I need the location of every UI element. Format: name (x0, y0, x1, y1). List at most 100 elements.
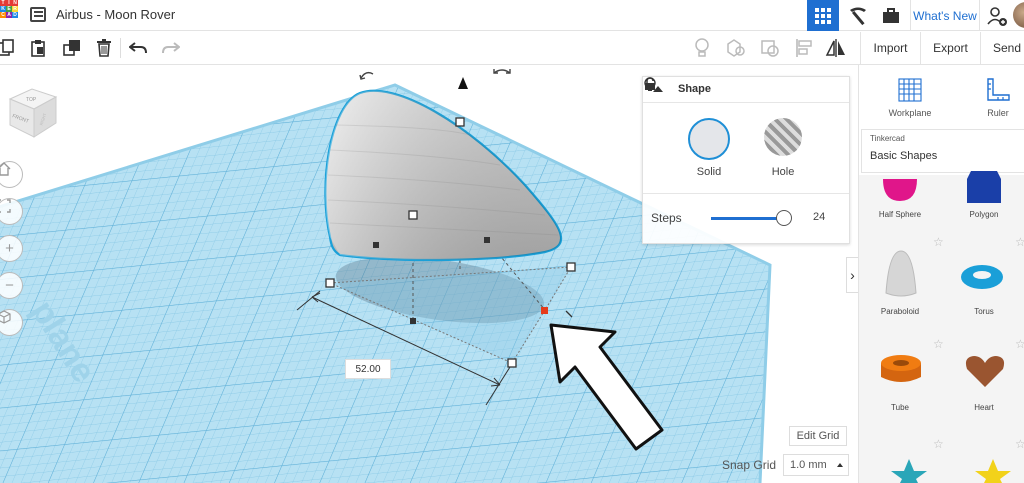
favorite-star-icon[interactable]: ☆ (1015, 337, 1024, 351)
align-button[interactable] (792, 37, 816, 59)
steps-slider-fill (711, 217, 784, 220)
undo-button[interactable] (126, 37, 150, 59)
workplane-canvas[interactable]: plane TOP FRONT RIGHT + − 52.00 Shape So… (0, 65, 858, 483)
ruler-tool-label: Ruler (987, 108, 1009, 118)
hole-option[interactable] (764, 118, 802, 156)
shape-name: Polygon (969, 210, 999, 219)
fit-icon (0, 199, 11, 213)
mirror-icon (825, 39, 845, 57)
shape-name: Tube (891, 403, 909, 412)
shapes-sidebar: Workplane Ruler Tinkercad Basic Shapes H… (858, 65, 1024, 483)
send-to-button[interactable]: Send To (980, 32, 1024, 64)
dimension-input[interactable]: 52.00 (345, 359, 391, 379)
shape-panel-title: Shape (678, 83, 712, 95)
tube-icon (881, 355, 921, 382)
view-cube-top-label: TOP (26, 97, 37, 103)
star-shape-icon[interactable] (889, 457, 929, 483)
ruler-tool[interactable]: Ruler (963, 73, 1024, 123)
minus-icon: − (5, 277, 14, 294)
steps-slider[interactable] (711, 210, 792, 226)
align-icon (796, 39, 812, 57)
view-cube[interactable]: TOP FRONT RIGHT (6, 85, 60, 139)
paraboloid-icon (885, 250, 917, 297)
delete-button[interactable] (92, 37, 116, 59)
shape-list: Half Sphere Polygon ☆ ☆ Paraboloid Torus… (859, 171, 1024, 483)
half-sphere-icon (883, 179, 917, 201)
minecraft-button[interactable] (843, 0, 873, 31)
panel-divider (643, 193, 849, 194)
shape-panel-header[interactable]: Shape (643, 77, 849, 103)
shape-name: Heart (974, 403, 994, 412)
rotate-handles[interactable] (359, 69, 511, 80)
shape-name: Torus (974, 307, 994, 316)
ungroup-button[interactable] (758, 37, 782, 59)
tinkercad-logo[interactable]: T I N K E R C A D (0, 0, 19, 30)
edit-toolbar: Import Export Send To (0, 32, 1024, 65)
chevron-right-icon: › (850, 267, 855, 283)
export-button[interactable]: Export (920, 32, 980, 64)
favorite-star-icon[interactable]: ☆ (1015, 235, 1024, 249)
favorite-star-icon[interactable]: ☆ (933, 235, 944, 249)
favorite-star-icon[interactable]: ☆ (933, 437, 944, 451)
shape-inspector-panel: Shape Solid Hole Steps 24 (642, 76, 850, 244)
workplane-tool[interactable]: Workplane (875, 73, 945, 123)
duplicate-button[interactable] (60, 37, 84, 59)
shape-paraboloid[interactable]: Paraboloid (859, 249, 941, 335)
torus-icon (961, 265, 1003, 289)
shape-torus[interactable]: Torus (943, 249, 1024, 335)
clipboard-icon (31, 40, 45, 57)
notes-button[interactable] (690, 37, 714, 59)
steps-label: Steps (651, 211, 682, 225)
lightbulb-icon[interactable] (643, 77, 657, 92)
lift-cone-handle[interactable] (458, 77, 468, 89)
redo-button[interactable] (159, 37, 183, 59)
snap-grid-label: Snap Grid (722, 458, 777, 472)
import-button[interactable]: Import (860, 32, 920, 64)
library-source: Tinkercad (870, 134, 905, 143)
plus-icon: + (5, 240, 14, 257)
heart-icon (965, 356, 1005, 387)
edit-grid-button[interactable]: Edit Grid (789, 426, 847, 446)
shape-half-sphere[interactable]: Half Sphere (859, 155, 941, 241)
mirror-button[interactable] (824, 37, 848, 59)
shape-name: Half Sphere (878, 210, 922, 219)
user-avatar[interactable] (1013, 2, 1024, 28)
group-icon (727, 39, 745, 57)
group-button[interactable] (724, 37, 748, 59)
snap-grid-select[interactable]: 1.0 mm (783, 454, 849, 476)
favorite-star-icon[interactable]: ☆ (933, 337, 944, 351)
snap-grid-value: 1.0 mm (790, 459, 827, 471)
shape-name: Paraboloid (880, 307, 920, 316)
cube-icon (0, 310, 11, 324)
logo-letter: D (12, 12, 18, 18)
add-user-icon (987, 6, 1007, 26)
ruler-icon (987, 78, 1010, 101)
sidebar-collapse-tab[interactable]: › (846, 257, 858, 293)
grid-icon (815, 7, 831, 24)
ungroup-icon (761, 40, 779, 57)
copy-button[interactable] (0, 37, 18, 59)
shape-tube[interactable]: Tube (859, 353, 941, 439)
steps-value[interactable]: 24 (813, 211, 825, 223)
solid-option[interactable] (688, 118, 730, 160)
duplicate-icon (63, 40, 80, 56)
shape-polygon[interactable]: Polygon (943, 155, 1024, 241)
lessons-button[interactable] (876, 0, 906, 31)
workplane-tool-label: Workplane (888, 108, 932, 118)
briefcase-icon (883, 7, 899, 23)
active-corner-handle[interactable] (541, 307, 548, 314)
steps-slider-knob[interactable] (775, 210, 792, 226)
caret-up-icon (837, 463, 843, 467)
design-list-icon[interactable] (30, 7, 46, 22)
add-user-button[interactable] (983, 0, 1011, 31)
3d-design-view-button[interactable] (807, 0, 839, 31)
star-shape-icon[interactable] (973, 457, 1013, 483)
workplane-icon (898, 78, 922, 102)
paste-button[interactable] (26, 37, 50, 59)
toolbar-divider (120, 38, 121, 58)
polygon-icon (967, 171, 1001, 203)
shape-heart[interactable]: Heart (943, 353, 1024, 439)
document-title[interactable]: Airbus - Moon Rover (56, 7, 175, 22)
favorite-star-icon[interactable]: ☆ (1015, 437, 1024, 451)
whats-new-button[interactable]: What's New (910, 0, 980, 31)
